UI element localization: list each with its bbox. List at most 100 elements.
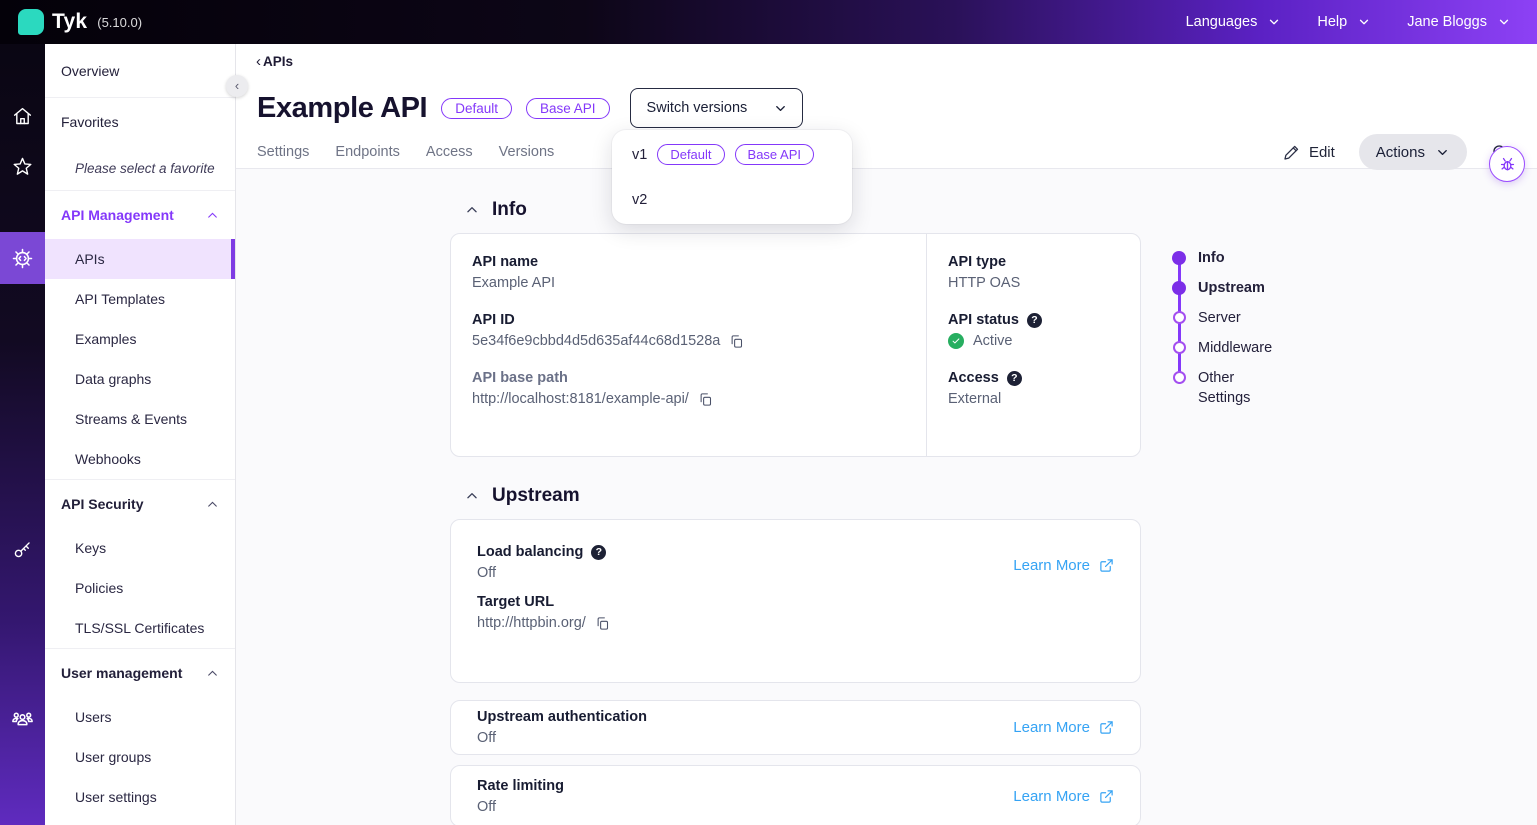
rail-home-button[interactable] xyxy=(0,90,45,142)
status-badge: Active xyxy=(973,333,1013,349)
anchor-dot-server[interactable] xyxy=(1173,311,1186,324)
tab-versions[interactable]: Versions xyxy=(499,144,555,166)
field-label: Access xyxy=(948,370,999,386)
learn-more-link[interactable]: Learn More xyxy=(1013,788,1114,805)
info-card-right-column: API type HTTP OAS API status Active xyxy=(926,234,1140,456)
user-menu[interactable]: Jane Bloggs xyxy=(1407,14,1511,30)
anchor-dot-info[interactable] xyxy=(1172,251,1186,265)
external-link-icon xyxy=(1099,558,1114,573)
chevron-up-icon xyxy=(206,667,219,680)
sidebar-item-apis[interactable]: APIs xyxy=(45,239,235,279)
sidebar-item-examples[interactable]: Examples xyxy=(45,319,235,359)
rail-api-management-button[interactable] xyxy=(0,232,45,284)
section-title: API Security xyxy=(61,496,143,512)
sidebar-item-label: User settings xyxy=(75,789,157,805)
brand-name: Tyk xyxy=(52,10,87,34)
tab-settings[interactable]: Settings xyxy=(257,144,309,166)
edit-button[interactable]: Edit xyxy=(1283,144,1335,161)
sidebar-item-label: APIs xyxy=(75,251,105,267)
anchor-link-middleware[interactable]: Middleware xyxy=(1198,338,1270,358)
version-option-v2[interactable]: v2 xyxy=(612,177,852,222)
sidebar-item-user-settings[interactable]: User settings xyxy=(45,777,235,817)
debug-button[interactable] xyxy=(1489,146,1525,182)
field-label: API base path xyxy=(472,370,902,386)
field-label: Load balancing xyxy=(477,544,583,560)
switch-versions-dropdown: v1 Default Base API v2 xyxy=(612,130,852,224)
breadcrumb[interactable]: APIs xyxy=(256,53,293,70)
anchor-link-info[interactable]: Info xyxy=(1198,248,1270,268)
help-tooltip-icon[interactable] xyxy=(591,545,606,560)
info-card-left-column: API name Example API API ID 5e34f6e9cbbd… xyxy=(451,234,926,456)
sidebar-item-favorites[interactable]: Favorites xyxy=(45,98,235,146)
languages-menu[interactable]: Languages xyxy=(1186,14,1282,30)
actions-button[interactable]: Actions xyxy=(1359,134,1467,170)
rate-limiting-field: Rate limiting Off xyxy=(477,778,564,815)
anchor-link-server[interactable]: Server xyxy=(1198,308,1270,328)
anchor-link-other-settings[interactable]: Other Settings xyxy=(1198,368,1270,408)
sidebar-item-keys[interactable]: Keys xyxy=(45,528,235,568)
copy-icon xyxy=(595,616,610,631)
tab-endpoints[interactable]: Endpoints xyxy=(335,144,400,166)
learn-more-label: Learn More xyxy=(1013,557,1090,574)
rail-user-management-button[interactable] xyxy=(0,693,45,745)
field-label: API status xyxy=(948,312,1019,328)
rail-favorites-button[interactable] xyxy=(0,140,45,192)
api-type-field: API type HTTP OAS xyxy=(948,254,1120,291)
copy-button[interactable] xyxy=(595,616,610,631)
info-section-header: Info xyxy=(465,199,527,221)
sidebar-item-webhooks[interactable]: Webhooks xyxy=(45,439,235,479)
sidebar-item-policies[interactable]: Policies xyxy=(45,568,235,608)
learn-more-label: Learn More xyxy=(1013,788,1090,805)
chevron-up-icon xyxy=(206,209,219,222)
chevron-up-icon[interactable] xyxy=(465,489,479,503)
anchor-dot-upstream[interactable] xyxy=(1172,281,1186,295)
sidebar-section-user-management[interactable]: User management xyxy=(45,649,235,697)
pencil-icon xyxy=(1283,144,1300,161)
sidebar-item-api-templates[interactable]: API Templates xyxy=(45,279,235,319)
help-tooltip-icon[interactable] xyxy=(1007,371,1022,386)
copy-button[interactable] xyxy=(729,334,744,349)
anchor-dot-other-settings[interactable] xyxy=(1173,371,1186,384)
section-title: Info xyxy=(492,199,527,221)
sidebar-item-data-graphs[interactable]: Data graphs xyxy=(45,359,235,399)
tab-bar: Settings Endpoints Access Versions xyxy=(257,144,554,166)
help-menu[interactable]: Help xyxy=(1317,14,1371,30)
sidebar-section-api-management[interactable]: API Management xyxy=(45,191,235,239)
rail-api-security-button[interactable] xyxy=(0,523,45,575)
learn-more-link[interactable]: Learn More xyxy=(1013,719,1114,736)
anchor-link-upstream[interactable]: Upstream xyxy=(1198,278,1270,298)
api-name-field: API name Example API xyxy=(472,254,902,291)
chevron-down-icon xyxy=(1357,15,1371,29)
rate-limiting-card: Rate limiting Off Learn More xyxy=(450,765,1141,825)
anchor-dot-middleware[interactable] xyxy=(1173,341,1186,354)
sidebar-item-tls-ssl-certificates[interactable]: TLS/SSL Certificates xyxy=(45,608,235,648)
copy-icon xyxy=(698,392,713,407)
languages-label: Languages xyxy=(1186,14,1258,30)
field-label: Upstream authentication xyxy=(477,709,647,725)
sidebar-item-overview[interactable]: Overview xyxy=(45,44,235,97)
default-badge: Default xyxy=(657,144,724,165)
sidebar-section-api-security[interactable]: API Security xyxy=(45,480,235,528)
sidebar-item-label: API Templates xyxy=(75,291,165,307)
learn-more-link[interactable]: Learn More xyxy=(1013,557,1114,574)
section-title: User management xyxy=(61,665,182,681)
learn-more-label: Learn More xyxy=(1013,719,1090,736)
favorites-empty-state: Please select a favorite xyxy=(45,146,235,190)
sidebar-collapse-button[interactable] xyxy=(226,75,248,97)
switch-versions-button[interactable]: Switch versions xyxy=(630,88,804,128)
help-tooltip-icon[interactable] xyxy=(1027,313,1042,328)
chevron-up-icon xyxy=(206,498,219,511)
sidebar: Overview Favorites Please select a favor… xyxy=(45,44,236,825)
sidebar-item-users[interactable]: Users xyxy=(45,697,235,737)
sidebar-item-user-groups[interactable]: User groups xyxy=(45,737,235,777)
section-title: API Management xyxy=(61,207,174,223)
tab-access[interactable]: Access xyxy=(426,144,473,166)
target-url-field: Target URL http://httpbin.org/ xyxy=(477,594,1114,631)
base-api-badge: Base API xyxy=(735,144,814,165)
copy-button[interactable] xyxy=(698,392,713,407)
sidebar-item-streams-events[interactable]: Streams & Events xyxy=(45,399,235,439)
version-label: v1 xyxy=(632,147,647,163)
version-option-v1[interactable]: v1 Default Base API xyxy=(612,132,852,177)
chevron-up-icon[interactable] xyxy=(465,203,479,217)
upstream-section-header: Upstream xyxy=(465,485,580,507)
